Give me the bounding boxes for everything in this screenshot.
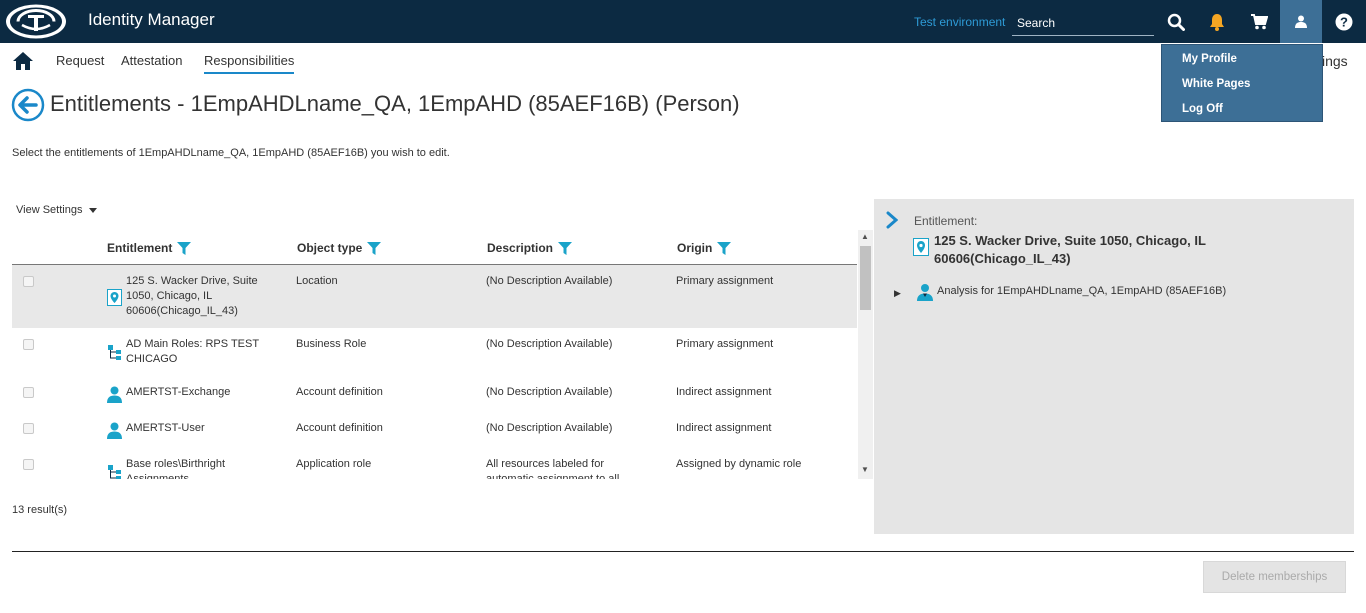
- column-entitlement[interactable]: Entitlement: [107, 241, 192, 255]
- company-logo[interactable]: [4, 3, 68, 40]
- person-icon: [107, 386, 122, 403]
- app-title: Identity Manager: [88, 10, 215, 29]
- column-entitlement-label: Entitlement: [107, 241, 173, 255]
- filter-icon[interactable]: [558, 241, 573, 255]
- caret-down-icon: [88, 207, 97, 213]
- person-icon: [917, 284, 933, 301]
- cell-entitlement: Base roles\Birthright Assignments: [126, 458, 226, 479]
- cell-description: All resources labeled for automatic assi…: [486, 458, 620, 479]
- cell-entitlement: AMERTST-Exchange: [126, 386, 231, 398]
- back-button[interactable]: [11, 88, 45, 122]
- view-settings-label: View Settings: [16, 204, 83, 216]
- scroll-down-icon[interactable]: ▼: [861, 465, 869, 474]
- bell-icon: [1210, 13, 1224, 31]
- business-role-icon: [108, 345, 121, 360]
- cell-origin: Primary assignment: [676, 338, 774, 350]
- cell-origin: Assigned by dynamic role: [676, 458, 802, 470]
- help-icon: ?: [1335, 13, 1353, 30]
- detail-value: 125 S. Wacker Drive, Suite 1050, Chicago…: [934, 233, 1206, 266]
- environment-label: Test environment: [914, 15, 1006, 29]
- table-row[interactable]: AMERTST-User Account definition (No Desc…: [12, 412, 857, 448]
- search-icon: [1167, 13, 1185, 31]
- table-row[interactable]: AMERTST-Exchange Account definition (No …: [12, 376, 857, 412]
- instruction-text: Select the entitlements of 1EmpAHDLname_…: [12, 147, 450, 159]
- cart-icon: [1250, 13, 1268, 29]
- grid-header: Entitlement Object type Description Orig…: [12, 235, 857, 265]
- nav-attestation[interactable]: Attestation: [121, 53, 182, 68]
- detail-panel: Entitlement: 125 S. Wacker Drive, Suite …: [874, 199, 1354, 534]
- svg-text:?: ?: [1340, 14, 1348, 29]
- grid-scrollbar[interactable]: ▲ ▼: [858, 230, 873, 479]
- cell-origin: Primary assignment: [676, 275, 774, 287]
- filter-icon[interactable]: [717, 241, 732, 255]
- menu-item-white-pages[interactable]: White Pages: [1182, 78, 1250, 90]
- row-checkbox[interactable]: [23, 423, 34, 434]
- row-checkbox[interactable]: [23, 276, 34, 287]
- location-icon: [913, 238, 929, 256]
- home-icon[interactable]: [13, 52, 33, 70]
- row-checkbox[interactable]: [23, 339, 34, 350]
- row-checkbox[interactable]: [23, 387, 34, 398]
- notifications-button[interactable]: [1196, 0, 1238, 43]
- expand-triangle-icon[interactable]: ▶: [894, 288, 901, 299]
- cell-description: (No Description Available): [486, 338, 613, 350]
- menu-item-my-profile[interactable]: My Profile: [1182, 53, 1237, 65]
- nav-settings-truncated[interactable]: ings: [1322, 53, 1348, 69]
- user-icon: [1295, 15, 1307, 28]
- cell-description: (No Description Available): [486, 275, 613, 287]
- page-title: Entitlements - 1EmpAHDLname_QA, 1EmpAHD …: [50, 91, 740, 116]
- result-count: 13 result(s): [12, 504, 68, 516]
- menu-item-log-off[interactable]: Log Off: [1182, 103, 1223, 115]
- cell-description: (No Description Available): [486, 386, 613, 398]
- table-row[interactable]: 125 S. Wacker Drive, Suite 1050, Chicago…: [12, 265, 857, 328]
- person-icon: [107, 422, 122, 439]
- cell-object-type: Application role: [296, 458, 372, 470]
- scroll-up-icon[interactable]: ▲: [861, 232, 869, 241]
- cell-origin: Indirect assignment: [676, 386, 772, 398]
- search-input[interactable]: [1012, 10, 1154, 36]
- view-settings-dropdown[interactable]: View Settings: [16, 204, 97, 216]
- analysis-tree-item[interactable]: Analysis for 1EmpAHDLname_QA, 1EmpAHD (8…: [937, 285, 1226, 297]
- user-dropdown-menu: My Profile White Pages Log Off: [1161, 44, 1323, 122]
- detail-label: Entitlement:: [914, 214, 978, 228]
- cell-origin: Indirect assignment: [676, 422, 772, 434]
- nav-responsibilities[interactable]: Responsibilities: [204, 53, 295, 74]
- filter-icon[interactable]: [177, 241, 192, 255]
- scroll-thumb[interactable]: [860, 246, 871, 310]
- column-object-type-label: Object type: [297, 241, 363, 255]
- column-description[interactable]: Description: [487, 241, 573, 255]
- user-menu-button[interactable]: [1280, 0, 1322, 43]
- cell-object-type: Account definition: [296, 386, 383, 398]
- delete-memberships-button[interactable]: Delete memberships: [1203, 561, 1346, 593]
- help-button[interactable]: ?: [1323, 0, 1365, 43]
- cell-object-type: Account definition: [296, 422, 383, 434]
- footer-divider: [12, 551, 1354, 552]
- cart-button[interactable]: [1238, 0, 1280, 43]
- column-object-type[interactable]: Object type: [297, 241, 382, 255]
- top-bar: Identity Manager Test environment ?: [0, 0, 1366, 43]
- cell-object-type: Location: [296, 275, 338, 287]
- cell-object-type: Business Role: [296, 338, 367, 350]
- filter-icon[interactable]: [367, 241, 382, 255]
- table-row[interactable]: Base roles\Birthright Assignments Applic…: [12, 448, 857, 479]
- location-icon: [107, 289, 122, 306]
- column-origin-label: Origin: [677, 241, 713, 255]
- cell-description: (No Description Available): [486, 422, 613, 434]
- column-origin[interactable]: Origin: [677, 241, 732, 255]
- search-button[interactable]: [1155, 0, 1197, 43]
- business-role-icon: [108, 465, 121, 479]
- entitlements-grid: 125 S. Wacker Drive, Suite 1050, Chicago…: [12, 265, 857, 479]
- nav-request[interactable]: Request: [56, 53, 104, 68]
- column-description-label: Description: [487, 241, 554, 255]
- chevron-right-icon[interactable]: [886, 211, 898, 229]
- table-row[interactable]: AD Main Roles: RPS TEST CHICAGO Business…: [12, 328, 857, 376]
- row-checkbox[interactable]: [23, 459, 34, 470]
- cell-entitlement: AD Main Roles: RPS TEST CHICAGO: [126, 338, 259, 365]
- cell-entitlement: AMERTST-User: [126, 422, 205, 434]
- cell-entitlement: 125 S. Wacker Drive, Suite 1050, Chicago…: [126, 275, 258, 317]
